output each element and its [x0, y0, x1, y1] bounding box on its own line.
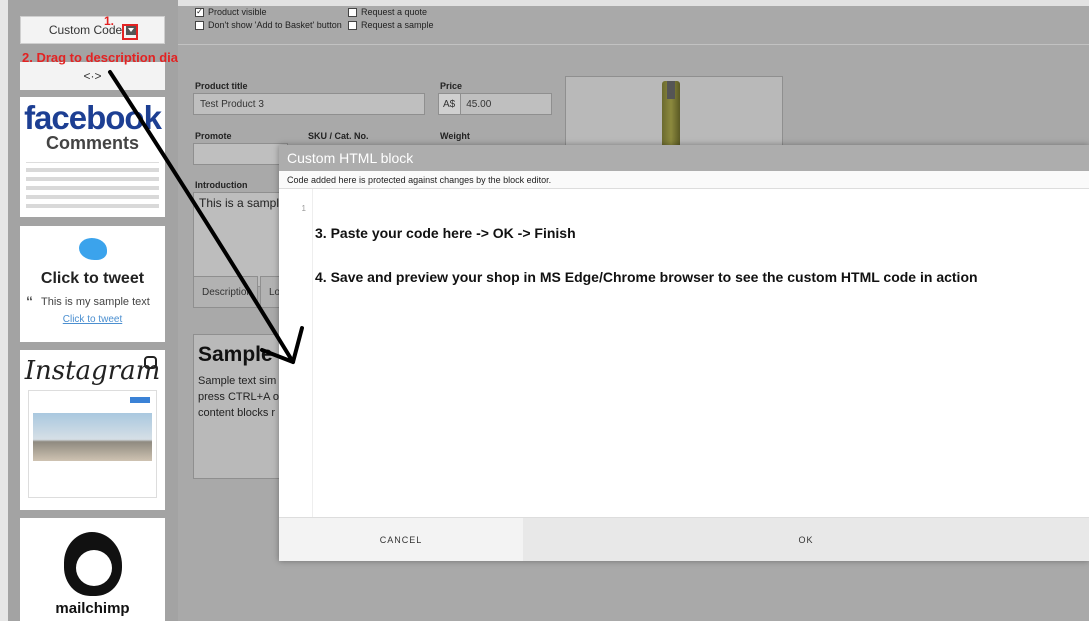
tweet-title: Click to tweet	[40, 270, 145, 287]
tab-description-label: Description	[202, 286, 253, 298]
checkbox-icon[interactable]	[195, 20, 204, 30]
line-number-gutter: 1	[279, 189, 313, 517]
promote-label: Promote	[195, 131, 232, 141]
request-quote-label: Request a quote	[361, 7, 428, 17]
instruction-step-4: 4. Save and preview your shop in MS Edge…	[315, 269, 978, 285]
no-basket-option[interactable]: Don't show 'Add to Basket' button	[195, 20, 342, 30]
request-quote-option[interactable]: Request a quote	[348, 7, 427, 17]
product-title-label: Product title	[195, 81, 248, 91]
quote-icon: “	[26, 293, 33, 309]
instagram-snippet[interactable]: Instagram	[20, 350, 165, 510]
annotation-highlight-box	[122, 24, 138, 40]
follow-badge	[130, 397, 150, 403]
cancel-button[interactable]: CANCEL	[279, 518, 523, 561]
description-editor[interactable]: Sample Sample text sim press CTRL+A o co…	[193, 334, 283, 479]
instagram-post-preview	[28, 390, 157, 498]
sample-heading: Sample	[198, 343, 273, 366]
price-value: 45.00	[466, 98, 492, 110]
post-photo	[33, 413, 152, 461]
twitter-bird-icon	[78, 238, 107, 260]
ok-button[interactable]: OK	[523, 518, 1089, 561]
product-visible-option[interactable]: ✓ Product visible	[195, 7, 267, 17]
promote-select[interactable]	[193, 143, 288, 165]
custom-html-dialog: Custom HTML block Code added here is pro…	[279, 145, 1089, 561]
request-sample-option[interactable]: Request a sample	[348, 20, 434, 30]
mailchimp-logo-icon	[63, 532, 122, 596]
drag-handle[interactable]: <·>	[20, 62, 165, 90]
mailchimp-snippet[interactable]: mailchimp	[20, 518, 165, 621]
instagram-camera-icon	[144, 356, 157, 369]
bottle-cap	[667, 81, 675, 99]
mailchimp-label: mailchimp	[55, 600, 130, 617]
sample-line: Sample text sim	[198, 375, 277, 387]
introduction-textarea[interactable]: This is a sample	[193, 192, 283, 287]
sample-line: content blocks r	[198, 407, 276, 419]
code-editor[interactable]: 1 3. Paste your code here -> OK -> Finis…	[279, 189, 1089, 517]
divider	[178, 44, 1089, 45]
product-title-value: Test Product 3	[200, 98, 264, 110]
drag-icon: <·>	[83, 69, 102, 83]
sample-paragraph: Sample text sim press CTRL+A o content b…	[198, 373, 280, 421]
currency-prefix: A$	[439, 94, 462, 114]
left-edge	[0, 0, 8, 621]
dialog-footer: CANCEL OK	[279, 517, 1089, 561]
tweet-body: “ This is my sample text	[26, 293, 165, 309]
introduction-text: This is a sample	[199, 196, 283, 210]
facebook-logo: facebook	[24, 99, 162, 136]
custom-code-snippet[interactable]: Custom Code	[20, 16, 165, 44]
dialog-note: Code added here is protected against cha…	[279, 171, 1089, 189]
price-input[interactable]: A$ 45.00	[438, 93, 552, 115]
tweet-text: This is my sample text	[41, 296, 150, 308]
sample-line: press CTRL+A o	[198, 391, 280, 403]
request-sample-label: Request a sample	[361, 20, 434, 30]
tab-description[interactable]: Description	[193, 276, 258, 308]
instruction-step-3: 3. Paste your code here -> OK -> Finish	[315, 225, 576, 241]
product-title-input[interactable]: Test Product 3	[193, 93, 425, 115]
annotation-step-1: 1.	[104, 14, 115, 28]
price-label: Price	[440, 81, 463, 91]
checkbox-icon[interactable]	[348, 20, 357, 30]
annotation-step-2: 2. Drag to description dialog	[22, 50, 198, 65]
weight-label: Weight	[440, 131, 470, 141]
introduction-label: Introduction	[195, 180, 248, 190]
dialog-title: Custom HTML block	[279, 145, 1089, 171]
no-basket-label: Don't show 'Add to Basket' button	[208, 20, 342, 30]
checkbox-checked-icon[interactable]: ✓	[195, 7, 204, 17]
snippet-panel: Custom Code <·> facebook Comments Click …	[8, 0, 178, 621]
product-visible-label: Product visible	[208, 7, 267, 17]
sku-label: SKU / Cat. No.	[308, 131, 369, 141]
facebook-comments-snippet[interactable]: facebook Comments	[20, 97, 165, 217]
checkbox-icon[interactable]	[348, 7, 357, 17]
comments-preview	[26, 162, 159, 214]
click-to-tweet-snippet[interactable]: Click to tweet “ This is my sample text …	[20, 226, 165, 342]
tweet-link: Click to tweet	[62, 314, 123, 325]
